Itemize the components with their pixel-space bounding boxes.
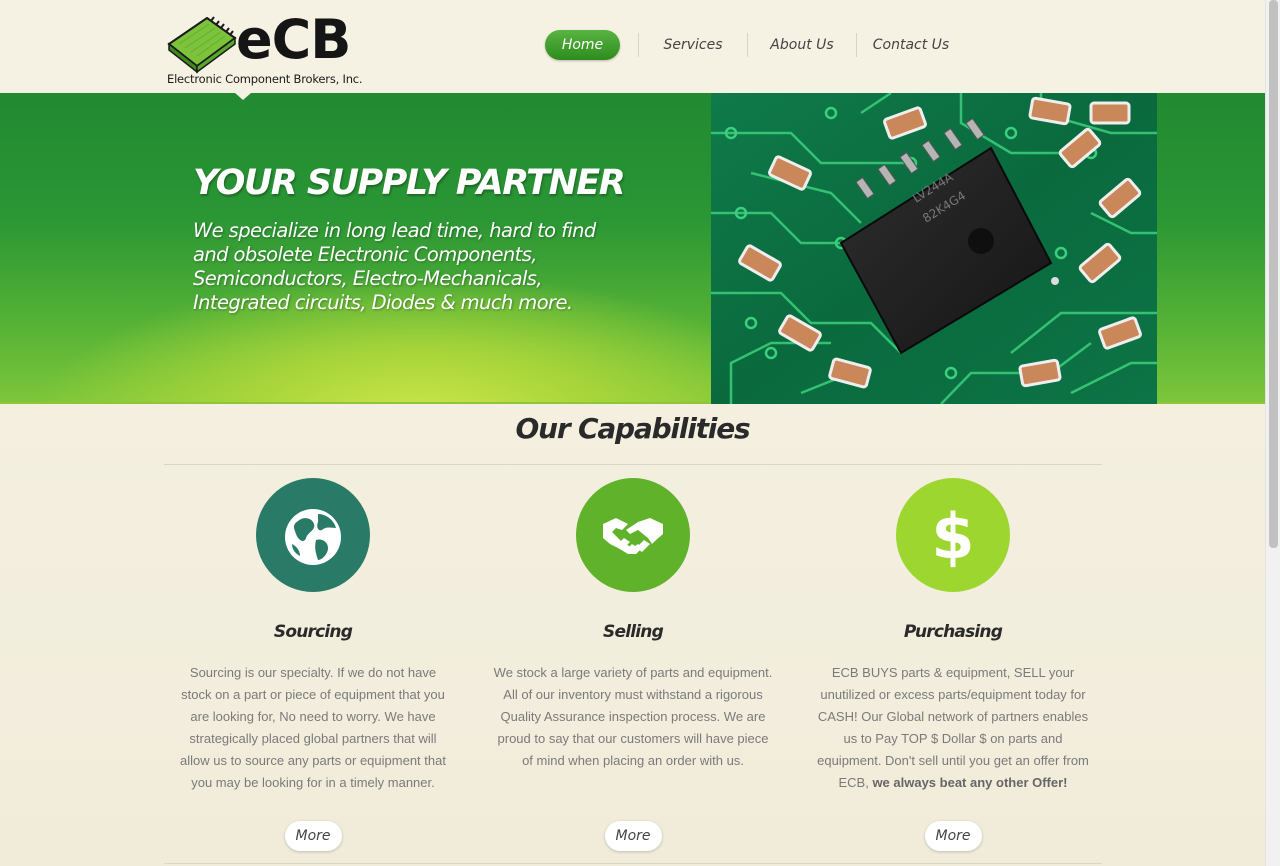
handshake-icon — [576, 478, 690, 592]
more-button[interactable]: More — [604, 821, 662, 851]
capability-title: Selling — [603, 622, 664, 642]
capability-purchasing: $ Purchasing ECB BUYS parts & equipment,… — [813, 478, 1093, 851]
capability-text: ECB BUYS parts & equipment, SELL your un… — [813, 662, 1093, 794]
capability-title: Sourcing — [273, 622, 353, 642]
capability-text: We stock a large variety of parts and eq… — [493, 665, 773, 768]
header-pointer — [235, 93, 251, 100]
hero-text: We specialize in long lead time, hard to… — [193, 219, 596, 314]
globe-icon — [256, 478, 370, 592]
vertical-scrollbar[interactable] — [1265, 0, 1280, 866]
capabilities-title: Our Capabilities — [515, 412, 751, 445]
divider — [164, 863, 1102, 864]
capability-sourcing: Sourcing Sourcing is our specialty. If w… — [173, 478, 453, 851]
capability-text-body: ECB BUYS parts & equipment, SELL your un… — [817, 665, 1089, 790]
site-header: eCB Electronic Component Brokers, Inc. H… — [0, 0, 1265, 93]
main-nav: Home Services About Us Contact Us — [545, 29, 965, 61]
dollar-icon: $ — [896, 478, 1010, 592]
nav-contact-us[interactable]: Contact Us — [857, 30, 965, 60]
more-button[interactable]: More — [924, 821, 982, 851]
logo-subtitle: Electronic Component Brokers, Inc. — [167, 72, 363, 86]
circuit-board-image: LV244A 82K4G4 — [711, 93, 1157, 404]
nav-services[interactable]: Services — [639, 30, 747, 60]
more-button[interactable]: More — [284, 821, 342, 851]
capability-text-emphasis: we always beat any other Offer! — [872, 775, 1068, 790]
scrollbar-thumb[interactable] — [1269, 0, 1278, 548]
page: eCB Electronic Component Brokers, Inc. H… — [0, 0, 1265, 866]
capability-text: Sourcing is our specialty. If we do not … — [180, 665, 446, 790]
nav-about-us[interactable]: About Us — [748, 30, 856, 60]
hero-title: YOUR SUPPLY PARTNER — [193, 163, 626, 203]
logo-wordmark: eCB — [236, 8, 351, 71]
nav-home[interactable]: Home — [545, 30, 620, 60]
logo[interactable]: eCB Electronic Component Brokers, Inc. — [167, 10, 372, 88]
capability-selling: Selling We stock a large variety of part… — [493, 478, 773, 851]
svg-text:$: $ — [931, 500, 974, 573]
divider — [164, 464, 1102, 465]
hero-banner: YOUR SUPPLY PARTNER We specialize in lon… — [0, 93, 1265, 404]
chip-logo-icon — [167, 16, 237, 74]
capability-title: Purchasing — [903, 622, 1003, 642]
